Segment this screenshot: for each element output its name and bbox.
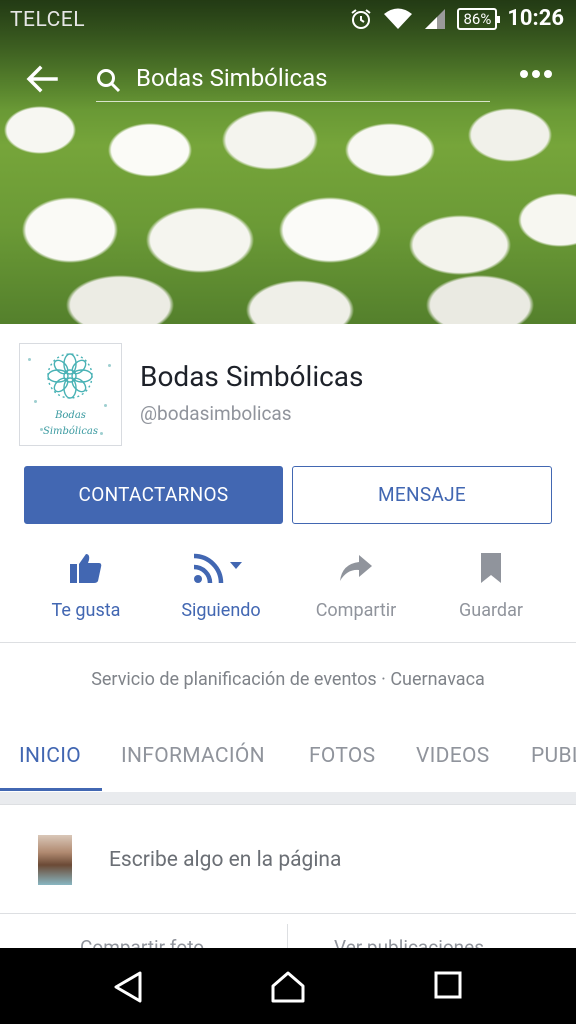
dot: [532, 70, 540, 78]
active-tab-indicator: [0, 788, 102, 791]
share-icon: [340, 555, 372, 581]
battery-indicator: 86%: [457, 7, 501, 30]
dot: [544, 70, 552, 78]
more-options-button[interactable]: [520, 70, 552, 78]
alarm-icon: [349, 7, 373, 31]
composer-actions: Compartir foto Ver publicaciones: [0, 914, 576, 948]
recents-icon: [434, 971, 462, 999]
search-icon: [97, 69, 121, 93]
contact-button[interactable]: CONTACTARNOS: [24, 466, 283, 524]
nav-back-button[interactable]: [112, 970, 144, 1008]
system-nav-bar: [0, 948, 576, 1024]
thumbs-up-icon: [70, 554, 102, 583]
tab-inicio[interactable]: INICIO: [19, 744, 81, 768]
composer-placeholder: Escribe algo en la página: [109, 848, 342, 872]
page-actions: Te gusta Siguiendo Compartir Guardar: [0, 548, 576, 628]
search-input[interactable]: Bodas Simbólicas: [96, 58, 490, 102]
home-icon: [271, 971, 305, 1003]
share-label: Compartir: [315, 600, 397, 621]
back-arrow-icon: [26, 65, 58, 93]
nav-recents-button[interactable]: [433, 970, 463, 1004]
avatar: [38, 835, 72, 885]
back-button[interactable]: [24, 62, 64, 96]
search-query: Bodas Simbólicas: [136, 64, 328, 92]
page-category: Servicio de planificación de eventos · C…: [91, 669, 485, 690]
decor-dot: [104, 404, 107, 407]
logo-text-line-2: Simbólicas: [42, 426, 99, 437]
decor-dot: [34, 400, 37, 403]
carrier-name: TELCEL: [10, 8, 86, 32]
view-posts-button[interactable]: Ver publicaciones: [334, 936, 484, 948]
divider: [287, 924, 288, 948]
tab-fotos[interactable]: FOTOS: [309, 744, 375, 768]
profile-picture[interactable]: Bodas Simbólicas: [19, 343, 122, 446]
bookmark-icon: [481, 553, 501, 583]
page-tabs: INICIO INFORMACIÓN FOTOS VIDEOS PUBLICAC…: [0, 728, 576, 792]
tab-publicaciones[interactable]: PUBLICACIONES: [531, 744, 576, 768]
like-button[interactable]: Te gusta: [16, 548, 156, 621]
wifi-icon: [383, 7, 413, 31]
page-title: Bodas Simbólicas: [140, 360, 364, 393]
save-label: Guardar: [459, 600, 523, 621]
rss-icon: [193, 553, 242, 584]
tab-videos[interactable]: VIDEOS: [416, 744, 490, 768]
nav-home-button[interactable]: [270, 970, 306, 1008]
save-button[interactable]: Guardar: [421, 548, 561, 621]
status-bar: TELCEL 86% 10:26: [0, 0, 576, 40]
back-triangle-icon: [114, 971, 142, 1003]
following-button[interactable]: Siguiendo: [151, 548, 291, 621]
message-button[interactable]: MENSAJE: [292, 466, 552, 524]
share-photo-button[interactable]: Compartir foto: [80, 936, 204, 948]
tab-informacion[interactable]: INFORMACIÓN: [121, 744, 265, 768]
page-handle: @bodasimbolicas: [140, 402, 292, 425]
mandala-logo-icon: [47, 353, 93, 399]
divider: [0, 642, 576, 643]
like-label: Te gusta: [51, 600, 121, 621]
logo-text-line-1: Bodas: [55, 410, 86, 421]
search-header: Bodas Simbólicas: [0, 50, 576, 106]
share-button[interactable]: Compartir: [286, 548, 426, 621]
following-label: Siguiendo: [181, 600, 261, 621]
clock: 10:26: [507, 6, 564, 31]
dot: [520, 70, 528, 78]
signal-icon: [423, 7, 447, 31]
cover-photo[interactable]: [0, 0, 576, 324]
decor-dot: [28, 358, 31, 361]
decor-dot: [108, 364, 111, 367]
post-composer[interactable]: Escribe algo en la página: [0, 804, 576, 914]
